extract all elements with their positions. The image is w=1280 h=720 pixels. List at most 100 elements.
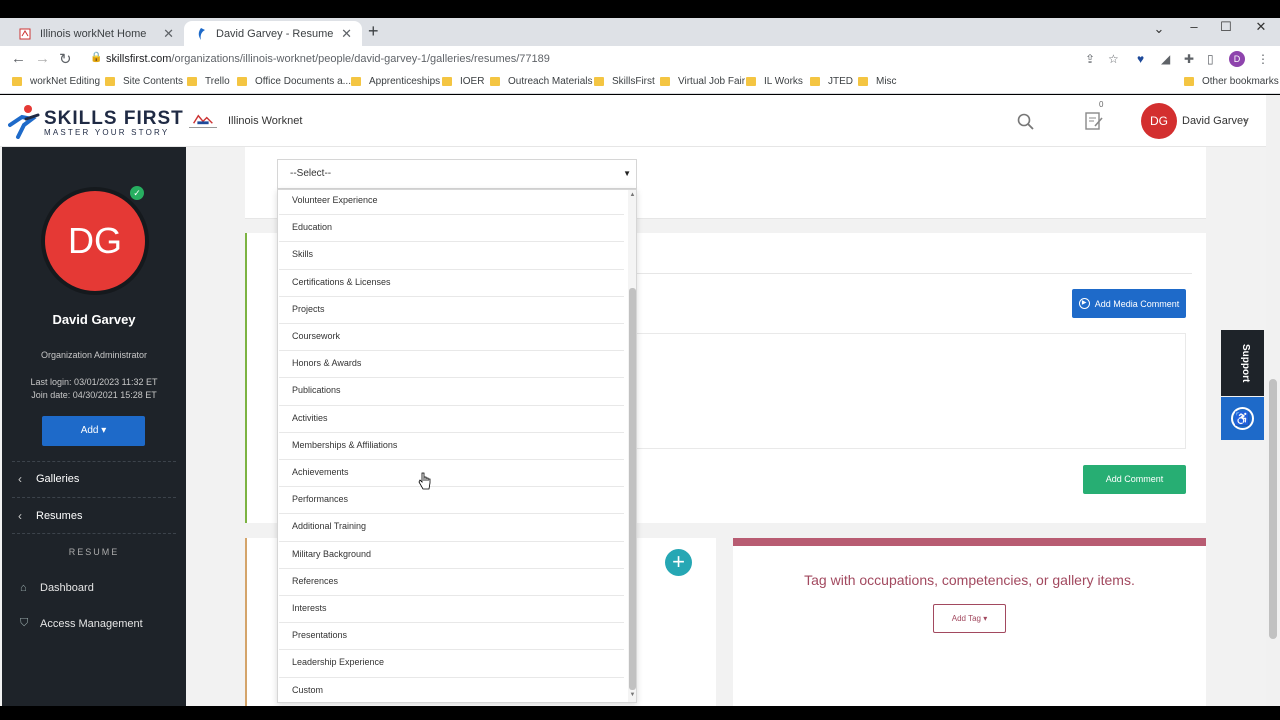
folder-icon xyxy=(105,77,115,86)
bookmark-item[interactable]: Virtual Job Fair xyxy=(660,76,745,87)
section-label: RESUME xyxy=(68,547,120,557)
folder-icon xyxy=(660,77,670,86)
forward-icon[interactable]: → xyxy=(35,50,50,67)
dropdown-scroll-thumb[interactable] xyxy=(629,288,636,690)
bookmark-item[interactable]: JTED xyxy=(810,76,853,87)
section-type-dropdown: Volunteer Experience Education Skills Ce… xyxy=(277,189,637,703)
dropdown-option[interactable]: Presentations xyxy=(279,623,624,651)
user-name[interactable]: David Garvey xyxy=(1182,115,1249,127)
comment-textarea[interactable] xyxy=(577,333,1186,449)
browser-tab[interactable]: Illinois workNet Home ✕ xyxy=(8,21,184,46)
add-button[interactable]: Add ▾ xyxy=(42,416,145,446)
dropdown-scrollbar[interactable]: ▲ ▼ xyxy=(628,190,636,702)
dropdown-option[interactable]: Publications xyxy=(279,378,624,406)
dropdown-option[interactable]: Certifications & Licenses xyxy=(279,270,624,297)
dropdown-option[interactable]: Skills xyxy=(279,242,624,270)
dropdown-option[interactable]: Achievements xyxy=(279,460,624,488)
tab-search-chevron-icon[interactable]: ⌄ xyxy=(1142,22,1176,36)
section-type-select[interactable]: --Select-- ▼ xyxy=(277,159,637,189)
support-tab[interactable]: Support xyxy=(1221,330,1264,396)
dropdown-option[interactable]: Performances xyxy=(279,487,624,515)
add-plus-icon[interactable]: + xyxy=(665,549,692,576)
user-avatar[interactable]: DG xyxy=(1141,103,1177,139)
bookmark-item[interactable]: IL Works xyxy=(746,76,803,87)
dropdown-option[interactable]: Projects xyxy=(279,297,624,324)
bookmark-item[interactable]: Outreach Materials xyxy=(490,76,592,87)
chevron-down-icon[interactable]: ⌄ xyxy=(1242,113,1250,124)
folder-icon xyxy=(442,77,452,86)
page-scroll-thumb[interactable] xyxy=(1269,379,1277,639)
skillsfirst-logo-icon[interactable] xyxy=(8,103,42,139)
close-tab-icon[interactable]: ✕ xyxy=(341,26,352,42)
folder-icon xyxy=(594,77,604,86)
dropdown-option[interactable]: Memberships & Affiliations xyxy=(279,433,624,460)
sidebar-item-resumes[interactable]: ‹ Resumes xyxy=(18,509,82,523)
accessibility-icon: ♿ xyxy=(1231,407,1254,430)
dropdown-option[interactable]: References xyxy=(279,569,624,596)
back-icon[interactable]: ← xyxy=(11,50,26,67)
search-icon[interactable] xyxy=(1016,112,1036,132)
bookmark-item[interactable]: Apprenticeships xyxy=(351,76,440,87)
bookmark-item[interactable]: Trello xyxy=(187,76,230,87)
page-scrollbar[interactable] xyxy=(1266,95,1280,706)
notes-icon[interactable] xyxy=(1084,110,1104,132)
accessibility-button[interactable]: ♿ xyxy=(1221,397,1264,440)
dropdown-option[interactable]: Leadership Experience xyxy=(279,650,624,678)
bookmark-item[interactable]: IOER xyxy=(442,76,484,87)
address-bar[interactable]: 🔒 skillsfirst.com/organizations/illinois… xyxy=(84,48,1134,70)
bookmark-item[interactable]: workNet Editing xyxy=(12,76,100,87)
dropdown-option[interactable]: Additional Training xyxy=(279,514,624,542)
close-window-icon[interactable]: ✕ xyxy=(1244,20,1278,34)
browser-toolbar: ← → ↻ 🔒 skillsfirst.com/organizations/il… xyxy=(0,46,1280,72)
dropdown-option[interactable]: Military Background xyxy=(279,542,624,569)
dropdown-option[interactable]: Volunteer Experience xyxy=(279,190,624,216)
share-icon[interactable]: ⇪ xyxy=(1085,52,1095,66)
puzzle-extensions-icon[interactable]: ✚ xyxy=(1184,52,1194,66)
tab-title: David Garvey - Resume xyxy=(216,27,334,40)
dropdown-option[interactable]: Activities xyxy=(279,406,624,433)
bookmark-item[interactable]: Office Documents a... xyxy=(237,76,351,87)
org-name[interactable]: Illinois Worknet xyxy=(228,115,302,127)
minimize-icon[interactable]: – xyxy=(1177,20,1211,34)
other-bookmarks[interactable]: Other bookmarks xyxy=(1184,76,1279,87)
new-tab-icon[interactable]: + xyxy=(368,21,379,42)
logo-wordmark: SKILLS FIRST xyxy=(44,108,184,129)
app-header: SKILLS FIRST MASTER YOUR STORY Illinois … xyxy=(0,95,1280,147)
side-panel-icon[interactable]: ▯ xyxy=(1207,52,1214,66)
skillsfirst-favicon-icon xyxy=(194,27,208,41)
dropdown-option[interactable]: Honors & Awards xyxy=(279,351,624,379)
bookmark-item[interactable]: SkillsFirst xyxy=(594,76,655,87)
divider xyxy=(12,497,176,498)
dropdown-option[interactable]: Custom xyxy=(279,678,624,702)
bookmark-item[interactable]: Site Contents xyxy=(105,76,183,87)
add-media-comment-button[interactable]: ▶ Add Media Comment xyxy=(1072,289,1186,318)
tags-card: Tag with occupations, competencies, or g… xyxy=(733,538,1206,706)
scroll-up-arrow-icon[interactable]: ▲ xyxy=(628,192,636,198)
shield-icon: ⛉ xyxy=(20,617,29,629)
dropdown-option[interactable]: Interests xyxy=(279,596,624,624)
scroll-down-arrow-icon[interactable]: ▼ xyxy=(628,692,636,698)
screen-bottom-border xyxy=(0,706,1280,720)
caret-down-icon: ▼ xyxy=(623,169,631,178)
bookmark-item[interactable]: Misc xyxy=(858,76,897,87)
divider xyxy=(12,461,176,462)
add-comment-button[interactable]: Add Comment xyxy=(1083,465,1186,494)
screen-top-border xyxy=(0,0,1280,18)
sidebar-item-galleries[interactable]: ‹ Galleries xyxy=(18,472,79,486)
add-tag-button[interactable]: Add Tag ▾ xyxy=(933,604,1006,633)
browser-tab-active[interactable]: David Garvey - Resume ✕ xyxy=(184,21,362,46)
skillsfirst-app: SKILLS FIRST MASTER YOUR STORY Illinois … xyxy=(0,95,1280,706)
bookmark-star-icon[interactable]: ☆ xyxy=(1108,52,1119,66)
close-tab-icon[interactable]: ✕ xyxy=(163,26,174,42)
join-date: Join date: 04/30/2021 15:28 ET xyxy=(31,390,157,400)
profile-avatar[interactable]: D xyxy=(1229,51,1245,67)
reload-icon[interactable]: ↻ xyxy=(59,50,72,68)
extension-heart-icon[interactable]: ♥ xyxy=(1137,52,1144,66)
extension-icon[interactable]: ◢ xyxy=(1161,52,1170,66)
menu-kebab-icon[interactable]: ⋮ xyxy=(1257,52,1269,66)
maximize-icon[interactable]: ☐ xyxy=(1209,20,1243,34)
dropdown-option[interactable]: Education xyxy=(279,215,624,243)
sidebar-item-dashboard[interactable]: ⌂ Dashboard xyxy=(20,582,94,594)
sidebar-item-access-management[interactable]: ⛉ Access Management xyxy=(20,617,143,630)
dropdown-option[interactable]: Coursework xyxy=(279,324,624,352)
